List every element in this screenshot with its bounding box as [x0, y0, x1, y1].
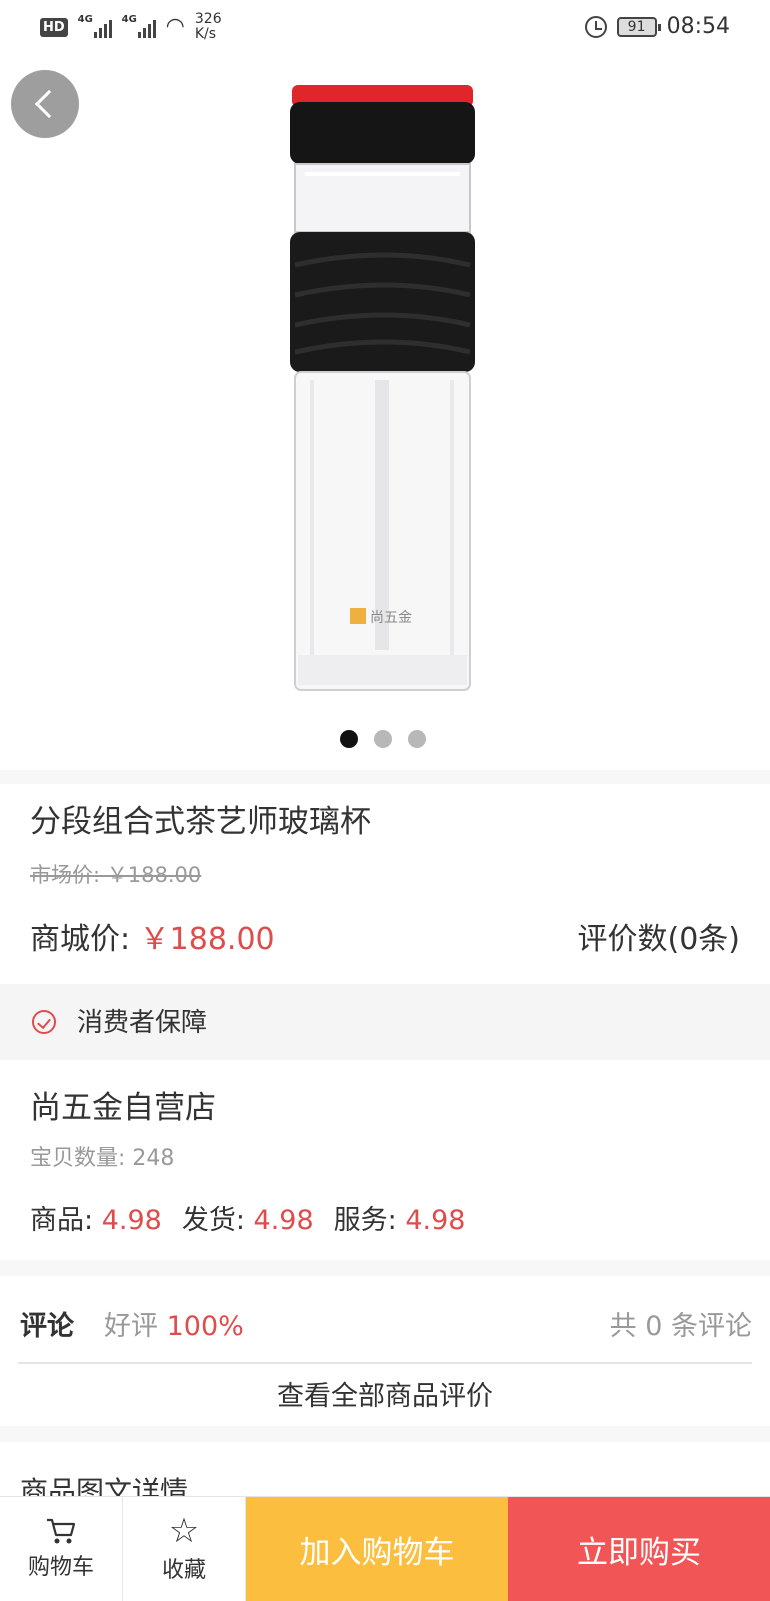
carousel-indicator	[340, 730, 426, 748]
favorite-tab-label: 收藏	[161, 1558, 206, 1583]
battery-icon: 91	[616, 16, 661, 37]
mall-price: 商城价: ￥188.00	[30, 922, 275, 957]
comments-title: 评论	[20, 1311, 74, 1342]
store-info[interactable]: 尚五金自营店 宝贝数量: 248 商品: 4.98 发货: 4.98 服务: 4…	[0, 1060, 770, 1260]
view-all-reviews-button[interactable]: 查看全部商品评价	[0, 1374, 770, 1413]
divider	[0, 1260, 770, 1276]
store-name[interactable]: 尚五金自营店	[30, 1082, 216, 1127]
alarm-icon	[584, 15, 607, 38]
hd-indicator: HD	[40, 17, 68, 37]
signal-icon-2: 4G	[122, 14, 156, 38]
cart-tab[interactable]: 购物车	[0, 1497, 123, 1601]
comments-section: 评论 好评 100% 共 0 条评论 查看全部商品评价	[0, 1276, 770, 1426]
comment-total: 共 0 条评论	[609, 1311, 752, 1342]
divider	[0, 1426, 770, 1442]
buy-now-button[interactable]: 立即购买	[508, 1497, 770, 1601]
signal-icon: 4G	[78, 14, 112, 38]
carousel-dot-active[interactable]	[340, 730, 358, 748]
rating-goods: 商品: 4.98	[30, 1205, 162, 1236]
status-bar: HD 4G 4G ◠ 326 K/s 91 08:54	[0, 0, 770, 60]
product-brand-text: 尚五金	[370, 610, 412, 626]
star-icon: ☆	[168, 1511, 200, 1551]
guarantee-label: 消费者保障	[77, 1008, 208, 1038]
review-count[interactable]: 评价数(0条)	[578, 914, 741, 958]
positive-rate: 好评 100%	[104, 1311, 244, 1342]
cart-tab-label: 购物车	[27, 1555, 94, 1580]
carousel-dot[interactable]	[374, 730, 392, 748]
carousel-dot[interactable]	[408, 730, 426, 748]
divider	[0, 770, 770, 784]
back-button[interactable]	[11, 70, 79, 138]
chevron-left-icon	[34, 89, 64, 119]
rating-shipping: 发货: 4.98	[181, 1205, 314, 1236]
rating-service: 服务: 4.98	[333, 1205, 466, 1236]
check-circle-icon	[32, 1010, 56, 1034]
favorite-tab[interactable]: ☆ 收藏	[123, 1497, 246, 1601]
add-to-cart-button[interactable]: 加入购物车	[246, 1497, 508, 1601]
wifi-icon: ◠	[165, 14, 185, 39]
market-price: 市场价: ￥188.00	[30, 863, 202, 887]
divider	[18, 1362, 752, 1364]
bottom-action-bar: 购物车 ☆ 收藏 加入购物车 立即购买	[0, 1496, 770, 1601]
store-item-count: 宝贝数量: 248	[30, 1146, 175, 1171]
cart-icon	[47, 1518, 76, 1544]
consumer-guarantee[interactable]: 消费者保障	[0, 984, 770, 1060]
product-image[interactable]: 尚五金	[290, 80, 485, 705]
store-ratings: 商品: 4.98 发货: 4.98 服务: 4.98	[30, 1198, 465, 1237]
product-title: 分段组合式茶艺师玻璃杯	[30, 804, 371, 840]
network-speed: 326 K/s	[194, 11, 222, 42]
product-info: 分段组合式茶艺师玻璃杯 市场价: ￥188.00 商城价: ￥188.00 评价…	[0, 784, 770, 984]
clock: 08:54	[666, 14, 730, 39]
mall-price-value: ￥188.00	[139, 922, 275, 957]
